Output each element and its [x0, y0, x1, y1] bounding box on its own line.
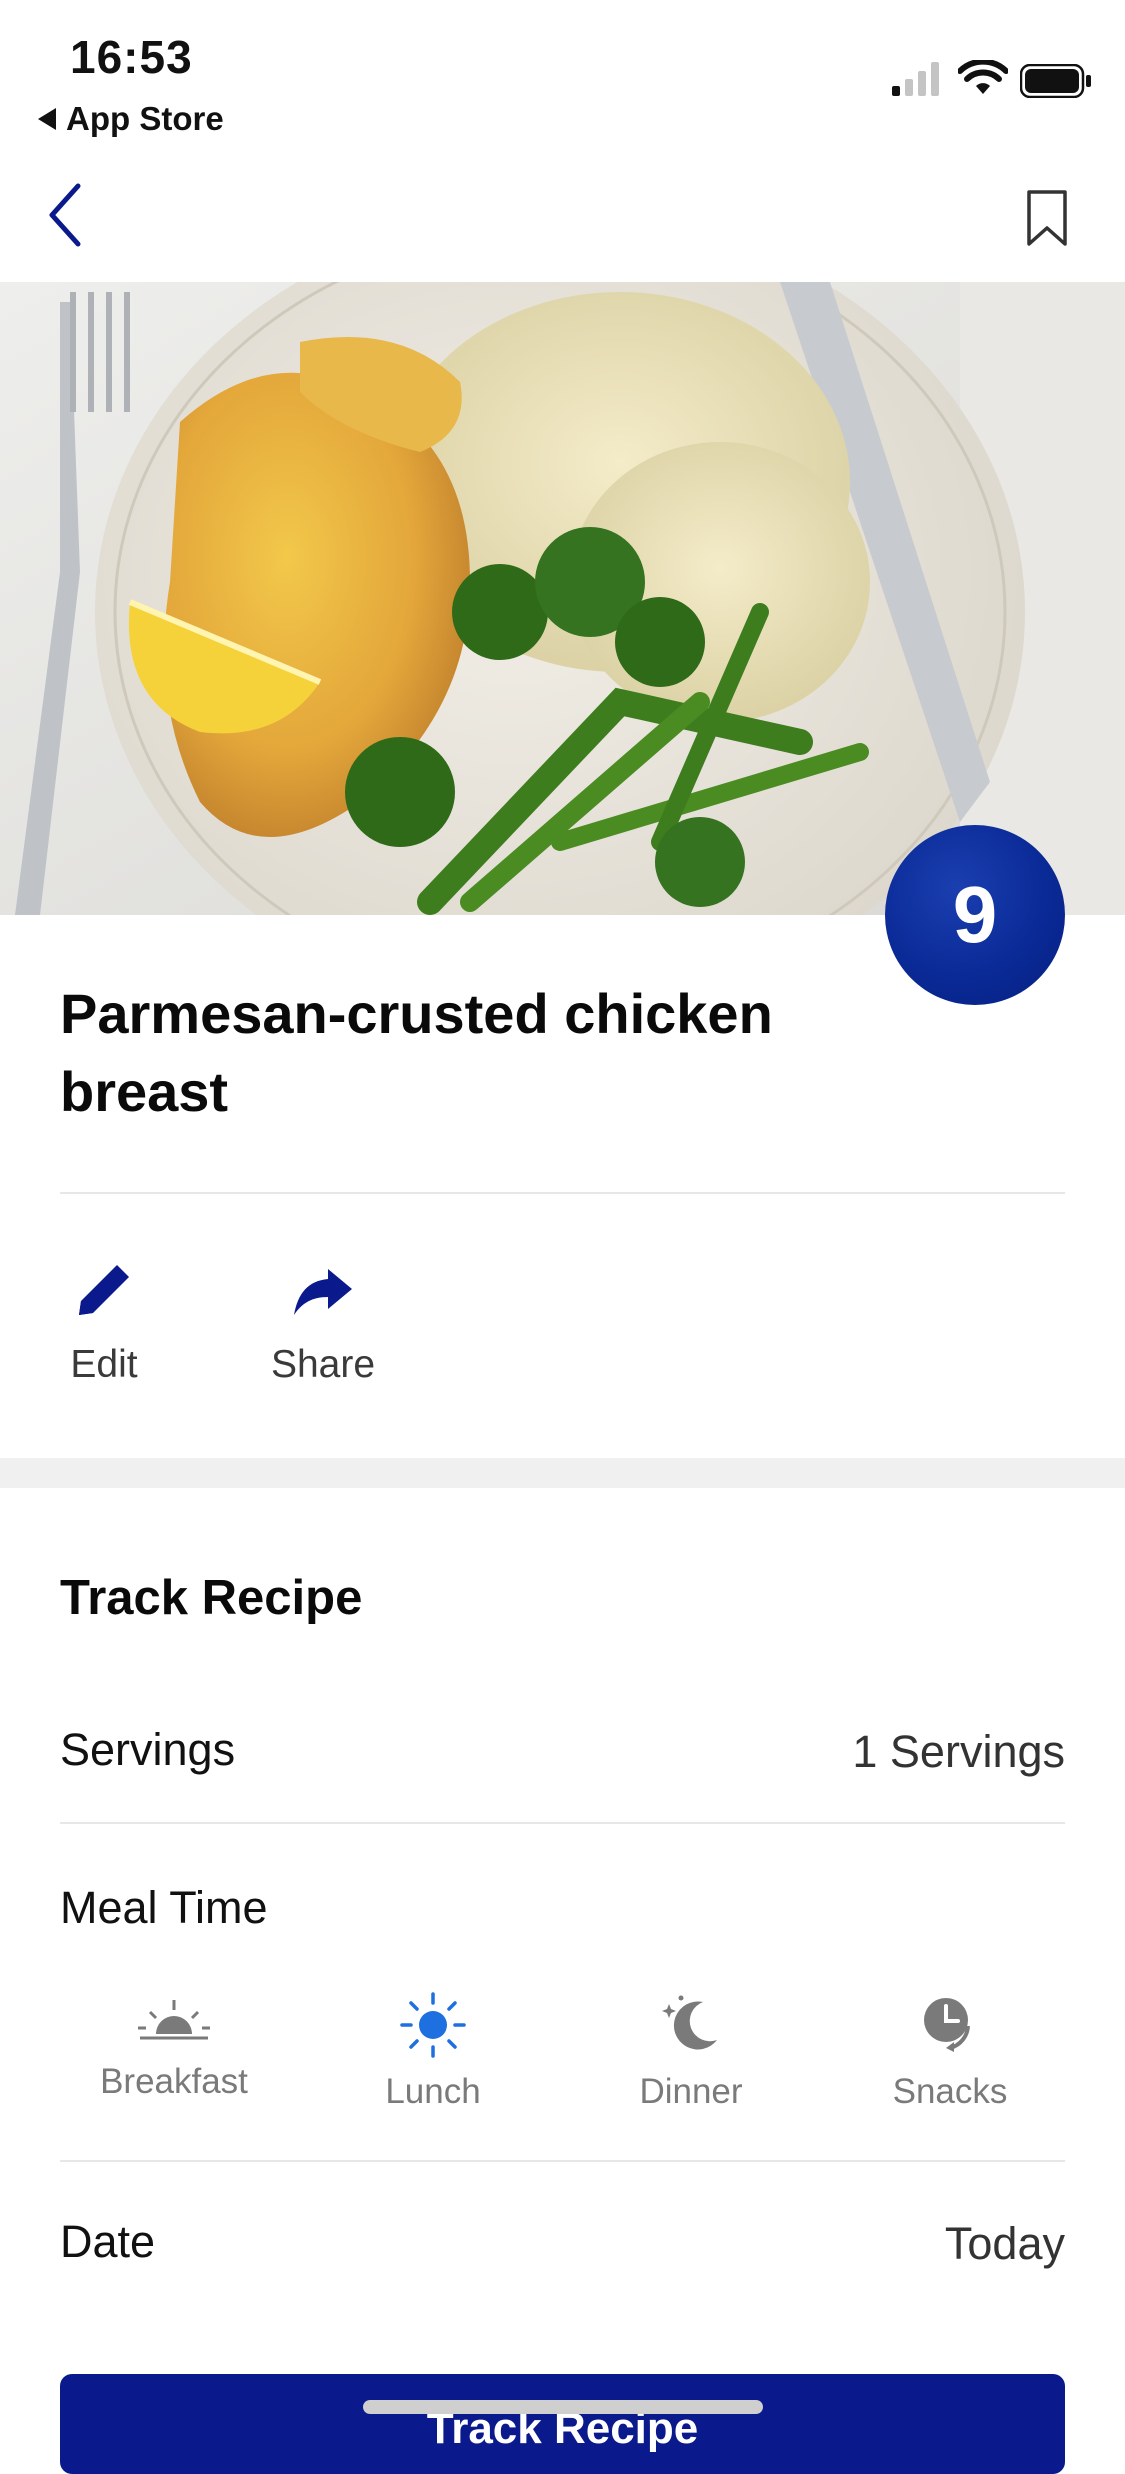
meal-label-snacks: Snacks	[892, 2072, 1008, 2111]
moon-icon	[662, 1995, 717, 2050]
recipe-title: Parmesan-crusted chicken breast	[60, 982, 773, 1123]
wifi-icon	[958, 60, 1008, 94]
bookmark-icon[interactable]	[1023, 188, 1071, 248]
meal-label-breakfast: Breakfast	[100, 2062, 248, 2101]
status-bar: 16:53 App Store	[0, 0, 1125, 170]
sun-icon	[400, 1992, 466, 2058]
track-recipe-heading: Track Recipe	[60, 1571, 363, 1625]
meal-option-snacks[interactable]: Snacks	[850, 1990, 1050, 2112]
recipe-photo-illustration	[0, 282, 1125, 915]
meal-option-dinner[interactable]: Dinner	[591, 1990, 791, 2112]
divider	[60, 1822, 1065, 1824]
track-recipe-button[interactable]: Track Recipe	[60, 2374, 1065, 2474]
recipe-photo	[0, 282, 1125, 915]
pencil-icon	[79, 1265, 129, 1315]
back-to-app-store[interactable]: App Store	[38, 100, 224, 138]
home-indicator	[363, 2400, 763, 2414]
clock-icon	[924, 1998, 970, 2052]
servings-label: Servings	[60, 1724, 236, 1775]
share-label: Share	[270, 1343, 376, 1386]
meal-time-label: Meal Time	[60, 1882, 268, 1933]
health-score-badge: 9	[885, 825, 1065, 1005]
edit-label: Edit	[70, 1343, 138, 1386]
meal-label-dinner: Dinner	[639, 2072, 743, 2111]
divider	[60, 1192, 1065, 1194]
meal-option-breakfast[interactable]: Breakfast	[74, 1990, 274, 2102]
section-separator	[0, 1458, 1125, 1488]
battery-icon	[1020, 64, 1091, 98]
back-triangle-icon	[38, 108, 56, 130]
date-value[interactable]: Today	[945, 2218, 1065, 2270]
cellular-signal-icon	[892, 62, 939, 96]
edit-button[interactable]: Edit	[62, 1255, 146, 1387]
divider	[60, 2160, 1065, 2162]
share-button[interactable]: Share	[268, 1255, 378, 1387]
meal-label-lunch: Lunch	[385, 2072, 481, 2111]
date-label: Date	[60, 2216, 156, 2267]
chevron-left-icon[interactable]	[44, 180, 94, 250]
status-time: 16:53	[70, 31, 193, 83]
servings-value[interactable]: 1 Servings	[852, 1726, 1065, 1778]
back-app-label: App Store	[66, 100, 224, 137]
meal-option-lunch[interactable]: Lunch	[333, 1990, 533, 2112]
sunrise-icon	[138, 2000, 210, 2040]
share-arrow-icon	[294, 1269, 352, 1315]
